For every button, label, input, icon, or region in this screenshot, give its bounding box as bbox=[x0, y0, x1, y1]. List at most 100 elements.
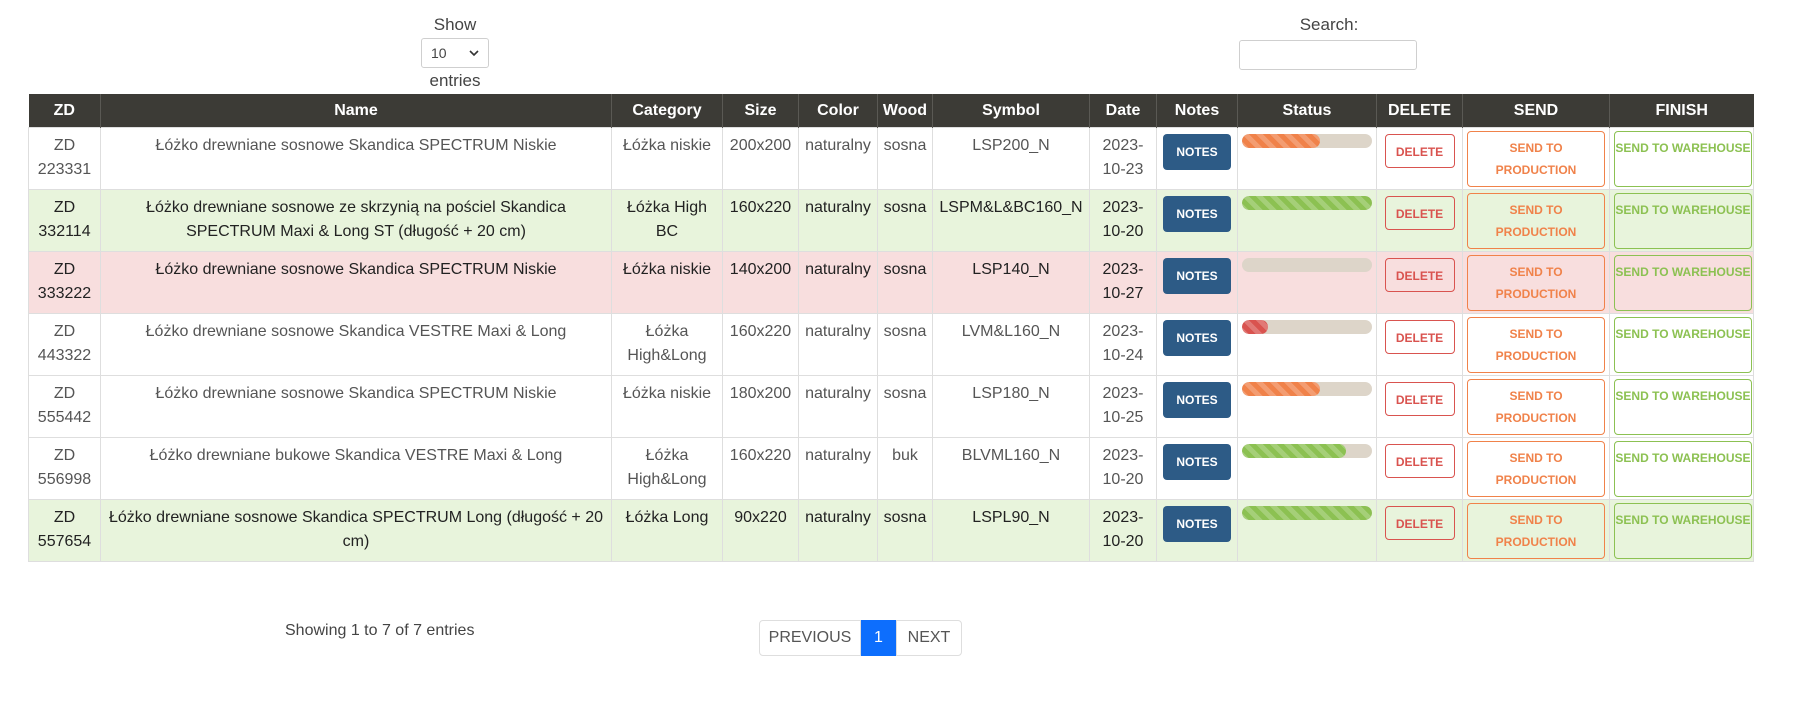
next-page-button[interactable]: NEXT bbox=[896, 620, 962, 656]
search-input[interactable] bbox=[1239, 40, 1417, 70]
notes-button[interactable]: NOTES bbox=[1163, 506, 1231, 542]
cell-zd: ZD 332114 bbox=[28, 189, 101, 252]
cell-finish: SEND TO WAREHOUSE bbox=[1609, 375, 1754, 438]
cell-category: Łóżka Long bbox=[611, 499, 723, 562]
status-progress-bar bbox=[1242, 382, 1372, 396]
status-progress-bar bbox=[1242, 506, 1372, 520]
notes-button[interactable]: NOTES bbox=[1163, 258, 1231, 294]
send-to-production-button[interactable]: SEND TO PRODUCTION bbox=[1467, 255, 1605, 311]
delete-button[interactable]: DELETE bbox=[1384, 382, 1455, 416]
cell-finish: SEND TO WAREHOUSE bbox=[1609, 251, 1754, 314]
status-progress-bar bbox=[1242, 444, 1372, 458]
send-to-production-button[interactable]: SEND TO PRODUCTION bbox=[1467, 379, 1605, 435]
column-header-wood[interactable]: Wood bbox=[877, 94, 933, 128]
column-header-name[interactable]: Name bbox=[100, 94, 612, 128]
cell-send: SEND TO PRODUCTION bbox=[1462, 437, 1610, 500]
cell-date: 2023-10-20 bbox=[1089, 499, 1157, 562]
send-to-warehouse-button[interactable]: SEND TO WAREHOUSE bbox=[1614, 379, 1752, 435]
column-header-delete[interactable]: DELETE bbox=[1376, 94, 1463, 128]
cell-zd: ZD 223331 bbox=[28, 127, 101, 190]
current-page-button[interactable]: 1 bbox=[861, 620, 896, 656]
cell-finish: SEND TO WAREHOUSE bbox=[1609, 189, 1754, 252]
cell-symbol: LSP140_N bbox=[932, 251, 1090, 314]
send-to-warehouse-button[interactable]: SEND TO WAREHOUSE bbox=[1614, 255, 1752, 311]
column-header-status[interactable]: Status bbox=[1237, 94, 1377, 128]
column-header-finish[interactable]: FINISH bbox=[1609, 94, 1754, 128]
column-header-date[interactable]: Date bbox=[1089, 94, 1157, 128]
table-row: ZD 332114 Łóżko drewniane sosnowe ze skrz… bbox=[28, 189, 1754, 252]
delete-button[interactable]: DELETE bbox=[1384, 320, 1455, 354]
status-progress-fill bbox=[1242, 196, 1372, 210]
cell-size: 140x200 bbox=[722, 251, 799, 314]
cell-zd: ZD 557654 bbox=[28, 499, 101, 562]
cell-name: Łóżko drewniane sosnowe Skandica SPECTRU… bbox=[100, 375, 612, 438]
send-to-production-button[interactable]: SEND TO PRODUCTION bbox=[1467, 503, 1605, 559]
send-to-warehouse-button[interactable]: SEND TO WAREHOUSE bbox=[1614, 193, 1752, 249]
cell-wood: buk bbox=[877, 437, 933, 500]
notes-button[interactable]: NOTES bbox=[1163, 444, 1231, 480]
send-to-warehouse-button[interactable]: SEND TO WAREHOUSE bbox=[1614, 131, 1752, 187]
page-length-select[interactable]: 10 bbox=[421, 38, 489, 68]
column-header-zd[interactable]: ZD bbox=[28, 94, 101, 128]
column-header-symbol[interactable]: Symbol bbox=[932, 94, 1090, 128]
cell-symbol: LSPM&L&BC160_N bbox=[932, 189, 1090, 252]
cell-status bbox=[1237, 313, 1377, 376]
cell-size: 200x200 bbox=[722, 127, 799, 190]
column-header-category[interactable]: Category bbox=[611, 94, 723, 128]
entries-label: entries bbox=[429, 71, 481, 90]
notes-button[interactable]: NOTES bbox=[1163, 196, 1231, 232]
cell-send: SEND TO PRODUCTION bbox=[1462, 251, 1610, 314]
column-header-color[interactable]: Color bbox=[798, 94, 878, 128]
send-to-production-button[interactable]: SEND TO PRODUCTION bbox=[1467, 441, 1605, 497]
delete-button[interactable]: DELETE bbox=[1384, 258, 1455, 292]
cell-notes: NOTES bbox=[1156, 189, 1238, 252]
status-progress-fill bbox=[1242, 444, 1346, 458]
send-to-warehouse-button[interactable]: SEND TO WAREHOUSE bbox=[1614, 441, 1752, 497]
cell-notes: NOTES bbox=[1156, 127, 1238, 190]
search-control: Search: bbox=[1239, 14, 1419, 70]
table-body: ZD 223331 Łóżko drewniane sosnowe Skandic… bbox=[28, 127, 1754, 562]
orders-table: ZD Name Category Size Color Wood Symbol … bbox=[28, 94, 1754, 562]
cell-notes: NOTES bbox=[1156, 375, 1238, 438]
notes-button[interactable]: NOTES bbox=[1163, 134, 1231, 170]
cell-symbol: BLVML160_N bbox=[932, 437, 1090, 500]
status-progress-fill bbox=[1242, 382, 1320, 396]
delete-button[interactable]: DELETE bbox=[1384, 506, 1455, 540]
cell-size: 180x200 bbox=[722, 375, 799, 438]
cell-date: 2023-10-20 bbox=[1089, 437, 1157, 500]
cell-notes: NOTES bbox=[1156, 499, 1238, 562]
cell-category: Łóżka High BC bbox=[611, 189, 723, 252]
send-to-production-button[interactable]: SEND TO PRODUCTION bbox=[1467, 131, 1605, 187]
cell-wood: sosna bbox=[877, 375, 933, 438]
cell-color: naturalny bbox=[798, 499, 878, 562]
cell-name: Łóżko drewniane sosnowe Skandica SPECTRU… bbox=[100, 127, 612, 190]
column-header-size[interactable]: Size bbox=[722, 94, 799, 128]
send-to-warehouse-button[interactable]: SEND TO WAREHOUSE bbox=[1614, 503, 1752, 559]
notes-button[interactable]: NOTES bbox=[1163, 382, 1231, 418]
cell-date: 2023-10-20 bbox=[1089, 189, 1157, 252]
page-length-control: Show 10 entries bbox=[415, 14, 495, 92]
show-label: Show bbox=[433, 15, 477, 34]
send-to-warehouse-button[interactable]: SEND TO WAREHOUSE bbox=[1614, 317, 1752, 373]
delete-button[interactable]: DELETE bbox=[1384, 196, 1455, 230]
table-info: Showing 1 to 7 of 7 entries bbox=[285, 622, 475, 639]
status-progress-bar bbox=[1242, 134, 1372, 148]
page-length-value: 10 bbox=[431, 45, 447, 61]
send-to-production-button[interactable]: SEND TO PRODUCTION bbox=[1467, 193, 1605, 249]
cell-delete: DELETE bbox=[1376, 499, 1463, 562]
delete-button[interactable]: DELETE bbox=[1384, 134, 1455, 168]
cell-status bbox=[1237, 437, 1377, 500]
cell-color: naturalny bbox=[798, 127, 878, 190]
status-progress-fill bbox=[1242, 506, 1372, 520]
notes-button[interactable]: NOTES bbox=[1163, 320, 1231, 356]
delete-button[interactable]: DELETE bbox=[1384, 444, 1455, 478]
cell-size: 160x220 bbox=[722, 313, 799, 376]
status-progress-bar bbox=[1242, 258, 1372, 272]
previous-page-button[interactable]: PREVIOUS bbox=[759, 620, 861, 656]
cell-size: 160x220 bbox=[722, 189, 799, 252]
column-header-send[interactable]: SEND bbox=[1462, 94, 1610, 128]
cell-date: 2023-10-24 bbox=[1089, 313, 1157, 376]
column-header-notes[interactable]: Notes bbox=[1156, 94, 1238, 128]
send-to-production-button[interactable]: SEND TO PRODUCTION bbox=[1467, 317, 1605, 373]
cell-finish: SEND TO WAREHOUSE bbox=[1609, 313, 1754, 376]
